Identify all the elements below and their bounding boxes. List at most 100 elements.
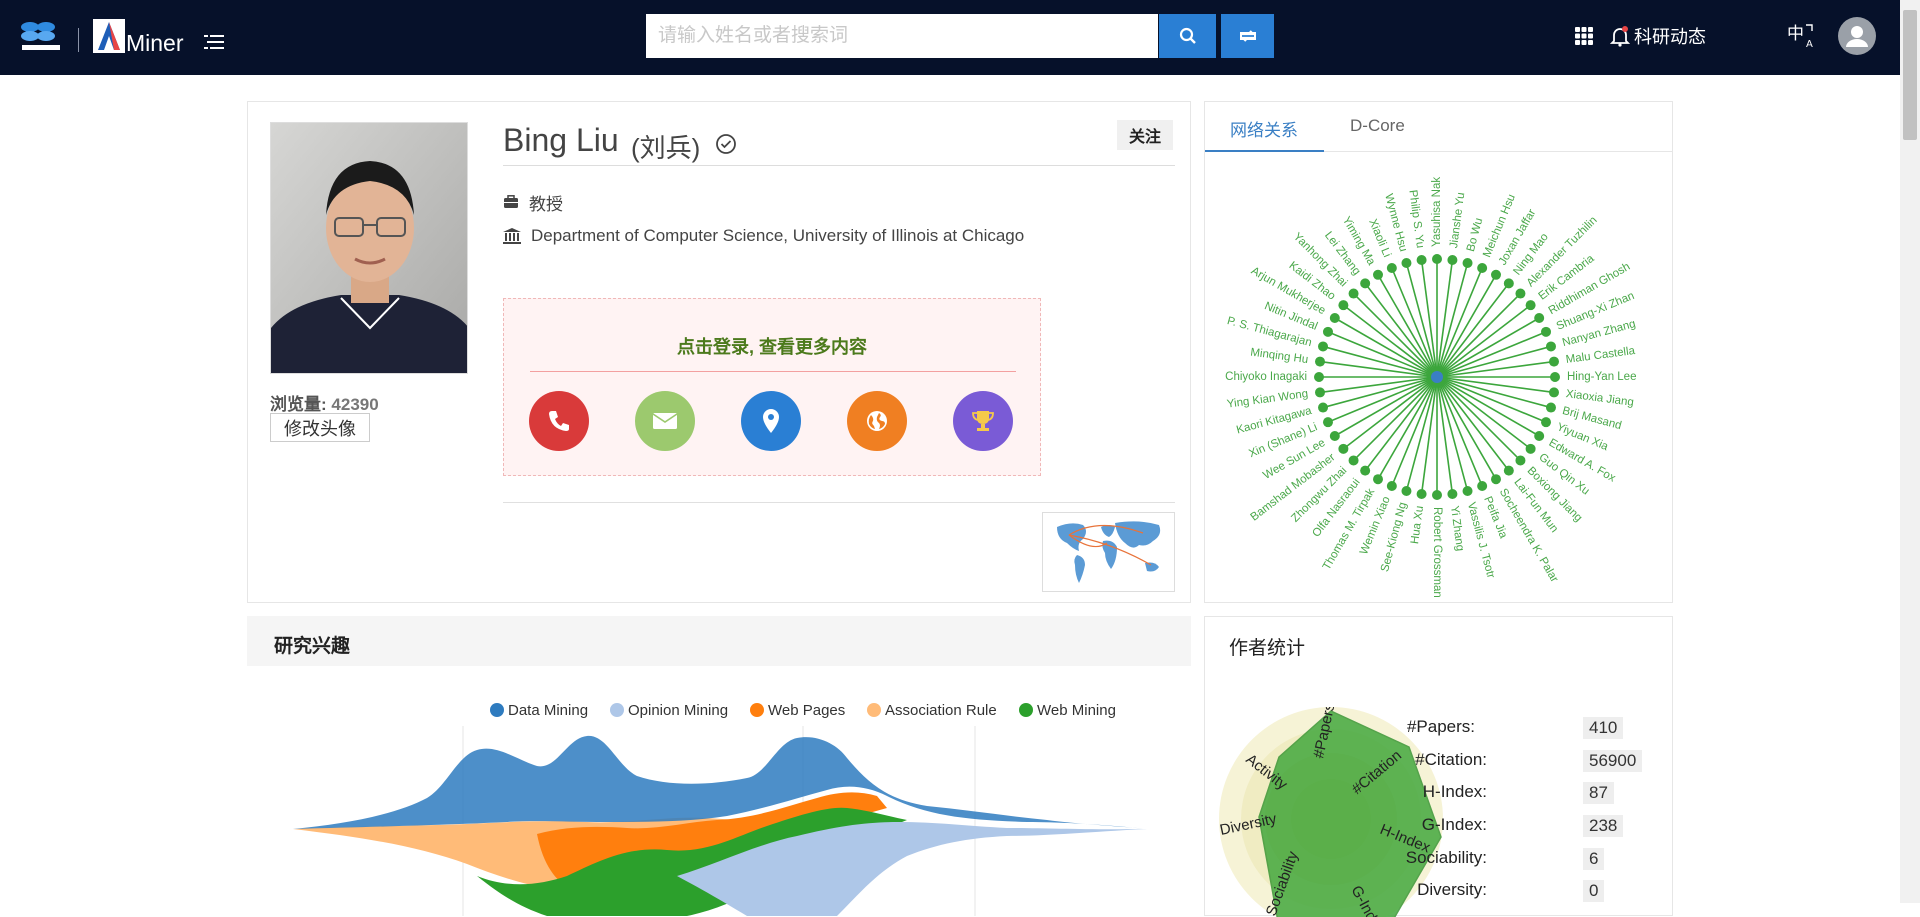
collaborator-label[interactable]: Bo Wu <box>1465 217 1485 253</box>
switch-search-button[interactable] <box>1221 14 1274 58</box>
collaborator-node[interactable] <box>1360 278 1371 289</box>
homepage-button[interactable] <box>847 391 907 451</box>
edit-avatar-button[interactable]: 修改头像 <box>270 413 370 442</box>
name-header: Bing Liu (刘兵) 关注 <box>503 118 1175 166</box>
collaborator-node[interactable] <box>1315 387 1326 398</box>
collaborator-node[interactable] <box>1477 262 1488 273</box>
collaborator-node[interactable] <box>1432 254 1442 264</box>
aminer-logo-icon[interactable] <box>92 18 126 54</box>
legend-item-web-pages[interactable]: Web Pages <box>750 701 845 719</box>
award-button[interactable] <box>953 391 1013 451</box>
collaborator-node[interactable] <box>1401 258 1412 269</box>
aknest-logo[interactable] <box>18 18 66 54</box>
network-card: 网络关系 D-Core Yasuhisa Nak Jianshe Yu Bo Wu M… <box>1204 101 1673 603</box>
collaborator-node[interactable] <box>1318 402 1329 413</box>
collaborator-label[interactable]: Malu Castella <box>1565 345 1636 366</box>
phone-button[interactable] <box>529 391 589 451</box>
collaborator-node[interactable] <box>1545 341 1556 352</box>
coauthor-network-graph[interactable]: Yasuhisa Nak Jianshe YuBo WuMeichun HsuJo… <box>1205 154 1672 600</box>
aminer-logo-text[interactable]: Miner <box>126 30 184 57</box>
collaborator-node[interactable] <box>1503 278 1514 289</box>
collaborator-label[interactable]: Yasuhisa Nak <box>1431 177 1443 247</box>
author-name-chinese: (刘兵) <box>631 133 701 163</box>
stream-data-mining[interactable] <box>293 735 1147 829</box>
collaborator-node[interactable] <box>1318 341 1329 352</box>
tab-network[interactable]: 网络关系 <box>1230 116 1298 141</box>
follow-button[interactable]: 关注 <box>1116 120 1173 150</box>
collaborator-node[interactable] <box>1348 288 1359 299</box>
tab-d-core[interactable]: D-Core <box>1350 116 1405 136</box>
author-name: Bing Liu <box>503 122 619 158</box>
collaborator-node[interactable] <box>1373 269 1383 280</box>
collaborator-node[interactable] <box>1548 356 1559 367</box>
active-tab-indicator <box>1205 150 1324 152</box>
collaborator-node[interactable] <box>1525 443 1536 454</box>
collaborator-label[interactable]: Robert Grossman <box>1431 507 1443 598</box>
collaborator-node[interactable] <box>1329 431 1340 441</box>
collaborator-node[interactable] <box>1322 417 1333 428</box>
collaborator-node[interactable] <box>1515 288 1526 299</box>
collaborator-node[interactable] <box>1416 255 1427 266</box>
collaborator-label[interactable]: Philip S. Yu <box>1406 189 1426 249</box>
collaborator-label[interactable]: Minqing Hu <box>1250 347 1309 366</box>
collaborator-node[interactable] <box>1515 455 1526 466</box>
collaborator-node[interactable] <box>1548 387 1559 398</box>
menu-toggle-icon[interactable] <box>204 34 224 50</box>
collaborator-node[interactable] <box>1447 488 1458 499</box>
collaborator-node[interactable] <box>1534 313 1545 323</box>
apps-grid-icon[interactable] <box>1574 26 1594 46</box>
legend-item-association-rule[interactable]: Association Rule <box>867 701 997 719</box>
view-count-value: 42390 <box>331 395 379 414</box>
world-map-thumbnail[interactable] <box>1042 512 1175 592</box>
collaborator-node[interactable] <box>1432 490 1442 500</box>
collaborator-node[interactable] <box>1525 300 1536 311</box>
collaborator-label[interactable]: Jianshe Yu <box>1448 192 1467 249</box>
collaborator-node[interactable] <box>1416 488 1427 499</box>
collaborator-node[interactable] <box>1545 402 1556 413</box>
legend-item-web-mining[interactable]: Web Mining <box>1019 701 1116 719</box>
collaborator-label[interactable]: Hing-Yan Lee <box>1567 371 1636 383</box>
collaborator-label[interactable]: Xiaoxia Jiang <box>1565 388 1634 409</box>
collaborator-node[interactable] <box>1386 262 1397 273</box>
collaborator-node[interactable] <box>1491 474 1501 485</box>
collaborator-node[interactable] <box>1534 431 1545 441</box>
collaborator-node[interactable] <box>1447 255 1458 266</box>
collaborator-node[interactable] <box>1503 465 1514 476</box>
collaborator-node[interactable] <box>1462 258 1473 269</box>
collaborator-label[interactable]: Hua Xu <box>1409 505 1426 545</box>
collaborator-label[interactable]: Yi Zhang <box>1448 505 1466 552</box>
language-switch-icon[interactable]: 中 A <box>1786 22 1816 50</box>
central-author-node[interactable] <box>1431 371 1443 383</box>
collaborator-node[interactable] <box>1477 481 1488 492</box>
email-button[interactable] <box>635 391 695 451</box>
collaborator-node[interactable] <box>1338 443 1349 454</box>
legend-item-data-mining[interactable]: Data Mining <box>490 701 588 719</box>
collaborator-node[interactable] <box>1360 465 1371 476</box>
login-prompt-text[interactable]: 点击登录, 查看更多内容 <box>504 333 1040 359</box>
location-button[interactable] <box>741 391 801 451</box>
collaborator-node[interactable] <box>1386 481 1397 492</box>
scrollbar-thumb[interactable] <box>1903 10 1917 140</box>
search-button[interactable] <box>1159 14 1216 58</box>
research-news-link[interactable]: 科研动态 <box>1610 24 1706 48</box>
svg-text:中: 中 <box>1787 24 1804 44</box>
collaborator-node[interactable] <box>1338 300 1349 311</box>
collaborator-node[interactable] <box>1322 326 1333 337</box>
collaborator-node[interactable] <box>1541 326 1552 337</box>
research-interest-streamgraph[interactable] <box>247 726 1191 916</box>
collaborator-label[interactable]: Chiyoko Inagaki <box>1225 371 1307 383</box>
collaborator-node[interactable] <box>1315 356 1326 367</box>
collaborator-node[interactable] <box>1541 417 1552 428</box>
collaborator-node[interactable] <box>1373 474 1383 485</box>
legend-item-opinion-mining[interactable]: Opinion Mining <box>610 701 728 719</box>
user-avatar-icon[interactable] <box>1838 17 1876 55</box>
collaborator-node[interactable] <box>1348 455 1359 466</box>
collaborator-node[interactable] <box>1401 485 1412 496</box>
collaborator-node[interactable] <box>1550 372 1560 382</box>
collaborator-node[interactable] <box>1462 485 1473 496</box>
collaborator-node[interactable] <box>1491 269 1501 280</box>
collaborator-label[interactable]: Ying Kian Wong <box>1226 388 1309 411</box>
collaborator-node[interactable] <box>1329 313 1340 323</box>
collaborator-node[interactable] <box>1314 372 1324 382</box>
search-input[interactable] <box>646 14 1158 58</box>
